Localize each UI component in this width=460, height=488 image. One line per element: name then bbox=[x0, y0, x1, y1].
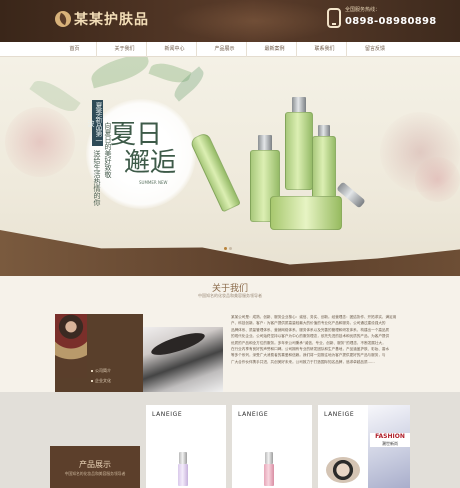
phone-icon bbox=[327, 8, 341, 28]
nav-item-products[interactable]: 产品展示 bbox=[203, 42, 247, 57]
nav-item-contact[interactable]: 联系我们 bbox=[303, 42, 347, 57]
products-subtitle: 中国知名的化妆品和美容服务领导者 bbox=[64, 471, 126, 476]
about-link-intro[interactable]: 公司简介 bbox=[91, 368, 141, 374]
site-logo[interactable]: 某某护肤品 bbox=[55, 9, 149, 29]
page: 某某护肤品 全国服务热线： 0898-08980898 首页 关于我们 新闻中心… bbox=[0, 0, 460, 488]
banner-subtitle-2: 送给生活热情的你 bbox=[93, 150, 101, 206]
about-text: 某某公司是：成熟、创新、服务企业核心：诚信、务实、创新。经营理念：团结协作、开拓… bbox=[231, 314, 407, 396]
header: 某某护肤品 全国服务热线： 0898-08980898 bbox=[0, 0, 460, 42]
about-text-line: 的现代化企业。公司始终坚持以客户为中心的服务理念，依托先进的技术和优质的产品，为… bbox=[231, 334, 390, 339]
lipstick-image bbox=[264, 464, 274, 486]
product-brand: LANEIGE bbox=[152, 411, 183, 418]
about-text-line: 等多个系列，深受广大消费者的喜爱和信赖。我们将一如既往地为客户提供更好的产品与服… bbox=[231, 353, 386, 358]
banner-english: SUMMER NEW bbox=[139, 180, 168, 185]
fashion-label: FASHION 潮世新尚 bbox=[370, 433, 410, 447]
banner-title-1: 夏日 bbox=[110, 120, 163, 150]
nav-item-about[interactable]: 关于我们 bbox=[103, 42, 147, 57]
site-title: 某某护肤品 bbox=[74, 12, 149, 28]
fashion-sub-label: 潮世新尚 bbox=[382, 441, 398, 446]
about-link-culture[interactable]: 企业文化 bbox=[91, 378, 141, 384]
bottle-cap bbox=[258, 135, 272, 151]
main-nav: 首页 关于我们 新闻中心 产品展示 最新案例 联系我们 留言反馈 bbox=[0, 42, 460, 57]
leaf-decoration bbox=[88, 57, 152, 89]
flower-decoration bbox=[5, 107, 75, 177]
leaf-logo-icon bbox=[55, 11, 71, 27]
lipstick-cap bbox=[265, 452, 273, 464]
fashion-label-text: FASHION bbox=[375, 433, 405, 440]
about-subtitle: 中国知名的化妆品和美容服务领导者 bbox=[198, 293, 262, 298]
banner-title-2: 邂逅 bbox=[124, 148, 177, 178]
lipstick-image bbox=[178, 464, 188, 486]
cream-jar-image bbox=[270, 196, 342, 230]
product-card[interactable]: LANEIGE bbox=[232, 405, 312, 488]
nav-item-feedback[interactable]: 留言反馈 bbox=[353, 42, 397, 57]
hotline-label: 全国服务热线： bbox=[345, 7, 381, 13]
about-text-line: 优质的产品和全方位的服务。多年来公司秉承“诚信、专业、创新、服务”的理念，不断发… bbox=[231, 340, 386, 345]
bottle-cap bbox=[292, 97, 306, 113]
flower-decoration bbox=[415, 157, 460, 202]
portrait-image bbox=[55, 314, 87, 378]
slider-dots bbox=[223, 235, 233, 254]
product-brand: LANEIGE bbox=[238, 411, 269, 418]
nav-item-news[interactable]: 新闻中心 bbox=[153, 42, 197, 57]
slider-dot[interactable] bbox=[229, 247, 232, 250]
about-text-line: 户、科技创新。客户：为客户提供质高量轻最大的价值的专业化产品和服务。公司通过建设… bbox=[231, 321, 386, 326]
products-title: 产品展示 bbox=[79, 460, 111, 469]
nav-item-home[interactable]: 首页 bbox=[53, 42, 97, 57]
cushion-compact-image bbox=[326, 457, 360, 483]
banner-tag: 夏季新品第一波 bbox=[87, 100, 103, 146]
small-bottle-image bbox=[312, 136, 336, 200]
product-card[interactable]: LANEIGE bbox=[146, 405, 226, 488]
nav-item-cases[interactable]: 最新案例 bbox=[253, 42, 297, 57]
slider-dot[interactable] bbox=[224, 247, 227, 250]
lipstick-cap bbox=[179, 452, 187, 464]
hotline-number: 0898-08980898 bbox=[345, 16, 437, 27]
tall-bottle-image bbox=[285, 112, 313, 190]
about-text-line: 广大合作伙伴携手共进，共创美好未来。公司致力于打造国际知名品牌，追求卓越品质…… bbox=[231, 359, 375, 364]
product-brand: LANEIGE bbox=[324, 411, 355, 418]
